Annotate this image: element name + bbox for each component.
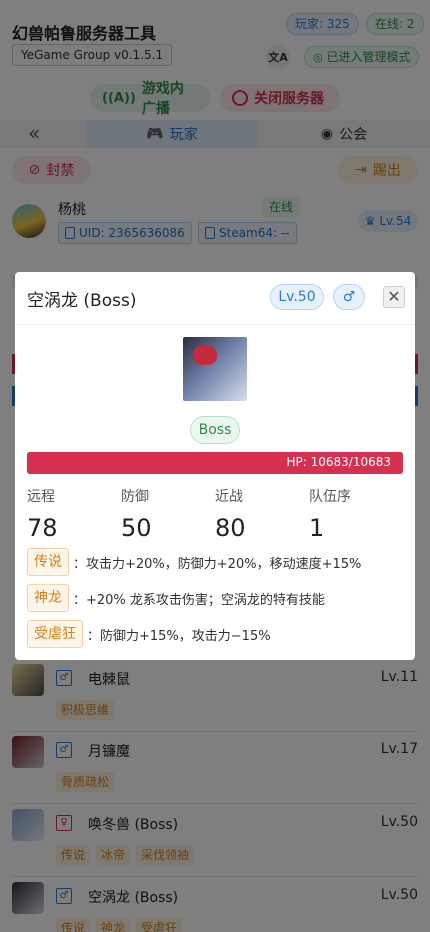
stat-label-ranged: 远程: [27, 489, 55, 505]
skill-row: 受虐狂 ：防御力+15%，攻击力−15%: [27, 620, 271, 648]
skill-tag: 受虐狂: [27, 620, 83, 648]
modal-divider: [15, 324, 415, 325]
stat-label-defense: 防御: [121, 489, 149, 505]
pal-detail-modal: 空涡龙 (Boss) Lv.50 ♂ ✕ Boss HP: 10683/1068…: [15, 272, 415, 660]
hp-bar: HP: 10683/10683: [27, 452, 403, 474]
stat-value-ranged: 78: [27, 514, 58, 542]
skill-description: ：+20% 龙系攻击伤害；空涡龙的特有技能: [73, 592, 325, 608]
skill-tag: 传说: [27, 548, 69, 576]
skill-description: ：防御力+15%，攻击力−15%: [87, 628, 271, 644]
pal-portrait: [183, 337, 247, 401]
stat-label-party-index: 队伍序: [309, 489, 351, 505]
modal-level-tag: Lv.50: [270, 284, 324, 310]
skill-row: 神龙 ：+20% 龙系攻击伤害；空涡龙的特有技能: [27, 584, 325, 612]
modal-title: 空涡龙 (Boss): [27, 291, 137, 311]
skill-row: 传说 ：攻击力+20%，防御力+20%，移动速度+15%: [27, 548, 361, 576]
skill-description: ：攻击力+20%，防御力+20%，移动速度+15%: [73, 556, 362, 572]
stat-label-melee: 近战: [215, 489, 243, 505]
stat-value-melee: 80: [215, 514, 246, 542]
close-icon[interactable]: ✕: [383, 286, 405, 308]
stat-value-party-index: 1: [309, 514, 325, 542]
boss-tag: Boss: [190, 416, 240, 444]
hp-text: HP: 10683/10683: [286, 455, 391, 469]
pal-portrait-head: [193, 345, 217, 365]
modal-gender-male-icon: ♂: [333, 284, 365, 310]
skill-tag: 神龙: [27, 584, 69, 612]
stat-value-defense: 50: [121, 514, 152, 542]
